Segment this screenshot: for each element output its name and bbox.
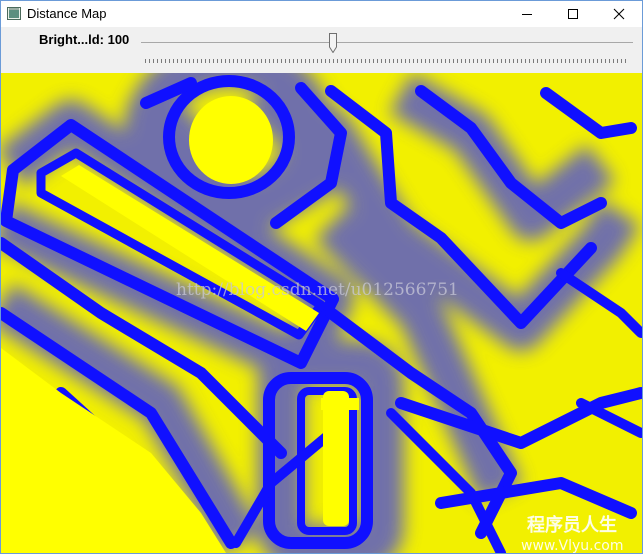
distance-map-window: Distance Map Bright...ld: 100 http://blo… bbox=[0, 0, 643, 554]
close-button[interactable] bbox=[596, 1, 642, 27]
watermark-site-url: www.Vlyu.com bbox=[521, 538, 624, 553]
minimize-button[interactable] bbox=[504, 1, 550, 27]
app-icon bbox=[7, 7, 21, 20]
slider-ticks bbox=[145, 59, 629, 63]
window-title: Distance Map bbox=[27, 6, 107, 21]
brightness-slider[interactable] bbox=[141, 29, 633, 63]
slider-track[interactable] bbox=[141, 42, 633, 43]
maximize-icon bbox=[568, 9, 578, 19]
title-bar[interactable]: Distance Map bbox=[1, 1, 642, 27]
close-icon bbox=[613, 8, 625, 20]
trackbar-label: Bright...ld: 100 bbox=[39, 32, 130, 47]
distance-map-image: http://blog.csdn.net/u012566751 程序员人生 ww… bbox=[1, 73, 642, 553]
maximize-button[interactable] bbox=[550, 1, 596, 27]
minimize-icon bbox=[522, 14, 532, 15]
watermark-url: http://blog.csdn.net/u012566751 bbox=[176, 280, 459, 300]
watermark-site-title: 程序员人生 bbox=[527, 514, 617, 536]
slider-thumb[interactable] bbox=[329, 33, 337, 54]
